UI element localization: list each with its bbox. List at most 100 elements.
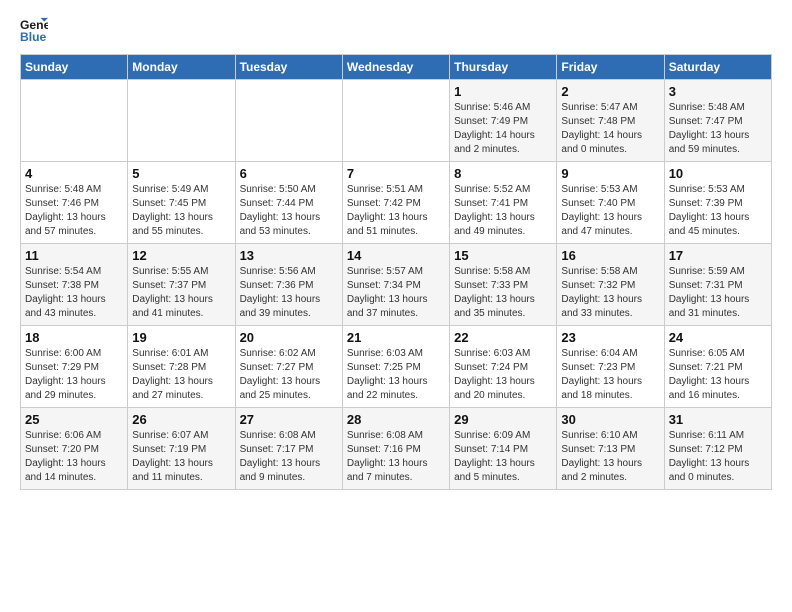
day-info: Sunrise: 6:00 AM Sunset: 7:29 PM Dayligh… [25,347,123,403]
weekday-header-saturday: Saturday [664,55,771,80]
day-info: Sunrise: 5:48 AM Sunset: 7:46 PM Dayligh… [25,183,123,239]
day-number: 18 [25,330,123,345]
day-number: 1 [454,84,552,99]
day-number: 27 [240,412,338,427]
day-cell: 7Sunrise: 5:51 AM Sunset: 7:42 PM Daylig… [342,162,449,244]
day-info: Sunrise: 5:49 AM Sunset: 7:45 PM Dayligh… [132,183,230,239]
day-cell [235,80,342,162]
day-number: 12 [132,248,230,263]
day-cell: 19Sunrise: 6:01 AM Sunset: 7:28 PM Dayli… [128,326,235,408]
day-info: Sunrise: 5:46 AM Sunset: 7:49 PM Dayligh… [454,101,552,157]
day-number: 2 [561,84,659,99]
day-info: Sunrise: 6:08 AM Sunset: 7:17 PM Dayligh… [240,429,338,485]
header: General Blue [20,16,772,44]
day-number: 30 [561,412,659,427]
day-cell: 9Sunrise: 5:53 AM Sunset: 7:40 PM Daylig… [557,162,664,244]
day-number: 13 [240,248,338,263]
day-number: 31 [669,412,767,427]
day-info: Sunrise: 5:56 AM Sunset: 7:36 PM Dayligh… [240,265,338,321]
day-cell: 29 Sunrise: 6:09 AM Sunset: 7:14 PM Dayli… [450,408,557,490]
day-number: 25 [25,412,123,427]
logo-icon: General Blue [20,16,48,44]
day-cell: 11 Sunrise: 5:54 AM Sunset: 7:38 PM Dayli… [21,244,128,326]
day-cell: 27 Sunrise: 6:08 AM Sunset: 7:17 PM Dayli… [235,408,342,490]
weekday-header-row: SundayMondayTuesdayWednesdayThursdayFrid… [21,55,772,80]
day-cell [342,80,449,162]
day-info: Sunrise: 5:48 AM Sunset: 7:47 PM Dayligh… [669,101,767,157]
weekday-header-friday: Friday [557,55,664,80]
day-info: Sunrise: 6:08 AM Sunset: 7:16 PM Dayligh… [347,429,445,485]
day-cell: 2Sunrise: 5:47 AM Sunset: 7:48 PM Daylig… [557,80,664,162]
day-info: Sunrise: 5:57 AM Sunset: 7:34 PM Dayligh… [347,265,445,321]
day-cell: 22 Sunrise: 6:03 AM Sunset: 7:24 PM Dayli… [450,326,557,408]
day-info: Sunrise: 6:01 AM Sunset: 7:28 PM Dayligh… [132,347,230,403]
week-row-5: 25 Sunrise: 6:06 AM Sunset: 7:20 PM Dayli… [21,408,772,490]
day-info: Sunrise: 5:55 AM Sunset: 7:37 PM Dayligh… [132,265,230,321]
day-number: 6 [240,166,338,181]
day-cell [128,80,235,162]
day-info: Sunrise: 5:59 AM Sunset: 7:31 PM Dayligh… [669,265,767,321]
day-cell: 21 Sunrise: 6:03 AM Sunset: 7:25 PM Dayli… [342,326,449,408]
day-number: 24 [669,330,767,345]
day-info: Sunrise: 5:51 AM Sunset: 7:42 PM Dayligh… [347,183,445,239]
day-info: Sunrise: 5:50 AM Sunset: 7:44 PM Dayligh… [240,183,338,239]
weekday-header-sunday: Sunday [21,55,128,80]
day-cell: 6 Sunrise: 5:50 AM Sunset: 7:44 PM Daylig… [235,162,342,244]
day-number: 11 [25,248,123,263]
day-number: 10 [669,166,767,181]
day-cell: 17 Sunrise: 5:59 AM Sunset: 7:31 PM Dayli… [664,244,771,326]
svg-text:Blue: Blue [20,30,47,44]
logo: General Blue [20,16,54,44]
day-number: 20 [240,330,338,345]
day-cell: 14 Sunrise: 5:57 AM Sunset: 7:34 PM Dayli… [342,244,449,326]
week-row-3: 11 Sunrise: 5:54 AM Sunset: 7:38 PM Dayli… [21,244,772,326]
day-info: Sunrise: 5:54 AM Sunset: 7:38 PM Dayligh… [25,265,123,321]
day-number: 5 [132,166,230,181]
day-cell: 3 Sunrise: 5:48 AM Sunset: 7:47 PM Daylig… [664,80,771,162]
day-number: 17 [669,248,767,263]
day-cell: 8 Sunrise: 5:52 AM Sunset: 7:41 PM Daylig… [450,162,557,244]
weekday-header-tuesday: Tuesday [235,55,342,80]
day-number: 14 [347,248,445,263]
day-info: Sunrise: 6:06 AM Sunset: 7:20 PM Dayligh… [25,429,123,485]
day-info: Sunrise: 5:52 AM Sunset: 7:41 PM Dayligh… [454,183,552,239]
calendar-page: General Blue SundayMondayTuesdayWednesda… [0,0,792,506]
day-cell: 5 Sunrise: 5:49 AM Sunset: 7:45 PM Daylig… [128,162,235,244]
day-number: 16 [561,248,659,263]
day-cell: 30 Sunrise: 6:10 AM Sunset: 7:13 PM Dayli… [557,408,664,490]
day-number: 22 [454,330,552,345]
calendar-table: SundayMondayTuesdayWednesdayThursdayFrid… [20,54,772,490]
day-info: Sunrise: 6:02 AM Sunset: 7:27 PM Dayligh… [240,347,338,403]
day-number: 21 [347,330,445,345]
day-info: Sunrise: 5:53 AM Sunset: 7:39 PM Dayligh… [669,183,767,239]
day-number: 26 [132,412,230,427]
week-row-1: 1 Sunrise: 5:46 AM Sunset: 7:49 PM Daylig… [21,80,772,162]
day-info: Sunrise: 6:03 AM Sunset: 7:24 PM Dayligh… [454,347,552,403]
day-info: Sunrise: 6:09 AM Sunset: 7:14 PM Dayligh… [454,429,552,485]
day-cell: 15Sunrise: 5:58 AM Sunset: 7:33 PM Dayli… [450,244,557,326]
day-cell: 25 Sunrise: 6:06 AM Sunset: 7:20 PM Dayli… [21,408,128,490]
day-cell: 10 Sunrise: 5:53 AM Sunset: 7:39 PM Dayli… [664,162,771,244]
weekday-header-wednesday: Wednesday [342,55,449,80]
day-cell: 13 Sunrise: 5:56 AM Sunset: 7:36 PM Dayli… [235,244,342,326]
day-number: 29 [454,412,552,427]
weekday-header-thursday: Thursday [450,55,557,80]
day-number: 3 [669,84,767,99]
day-cell: 4 Sunrise: 5:48 AM Sunset: 7:46 PM Daylig… [21,162,128,244]
day-info: Sunrise: 6:10 AM Sunset: 7:13 PM Dayligh… [561,429,659,485]
day-cell: 31Sunrise: 6:11 AM Sunset: 7:12 PM Dayli… [664,408,771,490]
day-cell: 26Sunrise: 6:07 AM Sunset: 7:19 PM Dayli… [128,408,235,490]
week-row-4: 18 Sunrise: 6:00 AM Sunset: 7:29 PM Dayli… [21,326,772,408]
day-info: Sunrise: 6:05 AM Sunset: 7:21 PM Dayligh… [669,347,767,403]
day-number: 8 [454,166,552,181]
day-info: Sunrise: 6:03 AM Sunset: 7:25 PM Dayligh… [347,347,445,403]
week-row-2: 4 Sunrise: 5:48 AM Sunset: 7:46 PM Daylig… [21,162,772,244]
day-number: 15 [454,248,552,263]
weekday-header-monday: Monday [128,55,235,80]
day-cell: 20 Sunrise: 6:02 AM Sunset: 7:27 PM Dayli… [235,326,342,408]
day-info: Sunrise: 5:58 AM Sunset: 7:32 PM Dayligh… [561,265,659,321]
day-number: 4 [25,166,123,181]
day-info: Sunrise: 5:53 AM Sunset: 7:40 PM Dayligh… [561,183,659,239]
day-cell: 1 Sunrise: 5:46 AM Sunset: 7:49 PM Daylig… [450,80,557,162]
day-cell: 28Sunrise: 6:08 AM Sunset: 7:16 PM Dayli… [342,408,449,490]
